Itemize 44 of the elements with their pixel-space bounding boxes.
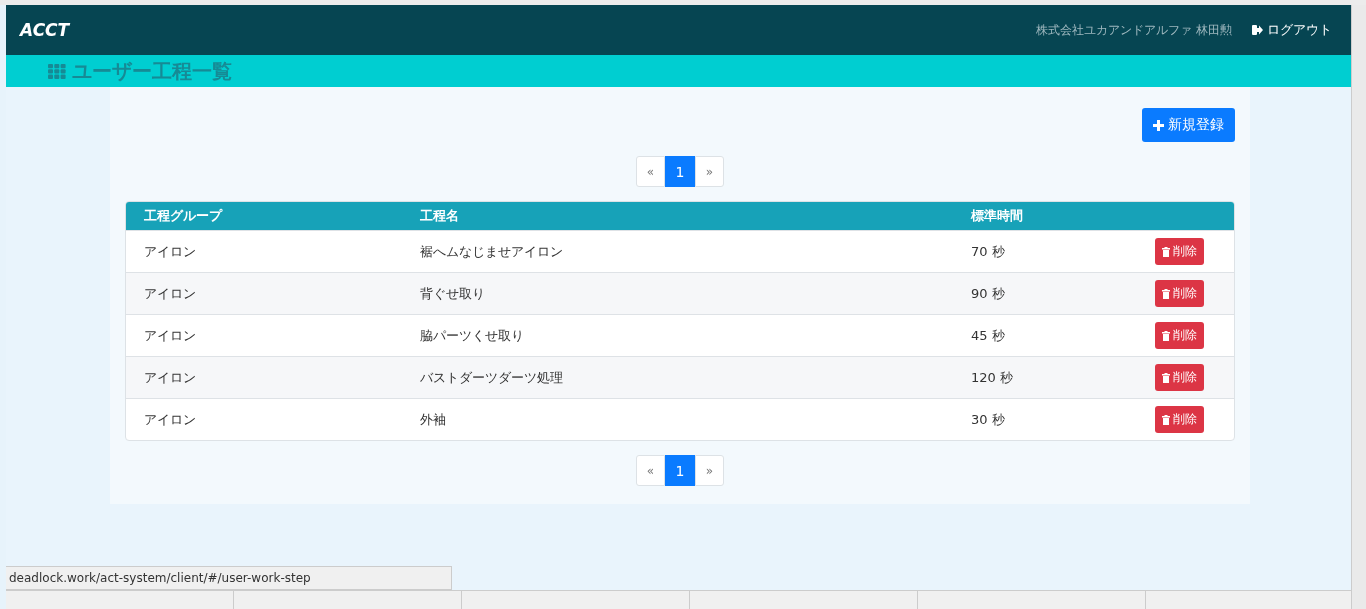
table-cell-text: 120 秒 — [971, 368, 1014, 387]
table-cell-text: アイロン — [144, 410, 197, 429]
table-cell-text: アイロン — [144, 326, 197, 345]
page-link[interactable]: 1 — [665, 455, 695, 486]
logout-icon — [1252, 25, 1263, 35]
delete-button[interactable]: 削除 — [1155, 364, 1204, 391]
trash-icon — [1162, 330, 1170, 341]
trash-icon — [1162, 246, 1170, 257]
trash-icon — [1162, 372, 1170, 383]
table-cell-text: アイロン — [144, 284, 197, 303]
grid-icon — [48, 63, 66, 79]
delete-button[interactable]: 削除 — [1155, 322, 1204, 349]
delete-button[interactable]: 削除 — [1155, 238, 1204, 265]
next-page-link[interactable]: » — [695, 156, 724, 187]
table-cell-text: 45 秒 — [971, 326, 1006, 345]
previous-page-link[interactable]: « — [636, 156, 665, 187]
table-cell-text: 背ぐせ取り — [420, 284, 486, 303]
delete-button[interactable]: 削除 — [1155, 406, 1204, 433]
new-button[interactable]: 新規登録 — [1142, 108, 1235, 142]
page-link[interactable]: 1 — [665, 156, 695, 187]
table-cell-text: アイロン — [144, 368, 197, 387]
scrollbar[interactable] — [1351, 5, 1366, 609]
table-cell-text: アイロン — [144, 242, 197, 261]
user-name: 株式会社ユカアンドアルファ 林田勲 — [1036, 21, 1232, 39]
logout-link[interactable]: ログアウト — [1252, 21, 1332, 39]
table-cell-text: バストダーツダーツ処理 — [420, 368, 564, 387]
trash-icon — [1162, 414, 1170, 425]
plus-icon — [1153, 119, 1164, 131]
previous-page-link[interactable]: « — [636, 455, 665, 486]
table-cell-text: 90 秒 — [971, 284, 1006, 303]
column-header: 標準時間 — [971, 207, 1024, 225]
status-url: deadlock.work/act-system/client/#/user-work-step — [6, 566, 452, 590]
table-cell-text: 脇パーツくせ取り — [420, 326, 525, 345]
table-cell-text: 外袖 — [420, 410, 447, 429]
delete-button[interactable]: 削除 — [1155, 280, 1204, 307]
next-page-link[interactable]: » — [695, 455, 724, 486]
table-cell-text: 30 秒 — [971, 410, 1006, 429]
page-title: ユーザー工程一覧 — [72, 57, 232, 85]
trash-icon — [1162, 288, 1170, 299]
table-cell-text: 裾へムなじませアイロン — [420, 242, 564, 261]
table-cell-text: 70 秒 — [971, 242, 1006, 261]
column-header: 工程グループ — [144, 207, 224, 225]
column-header: 工程名 — [420, 207, 460, 225]
app-logo: ACCT — [20, 20, 70, 40]
